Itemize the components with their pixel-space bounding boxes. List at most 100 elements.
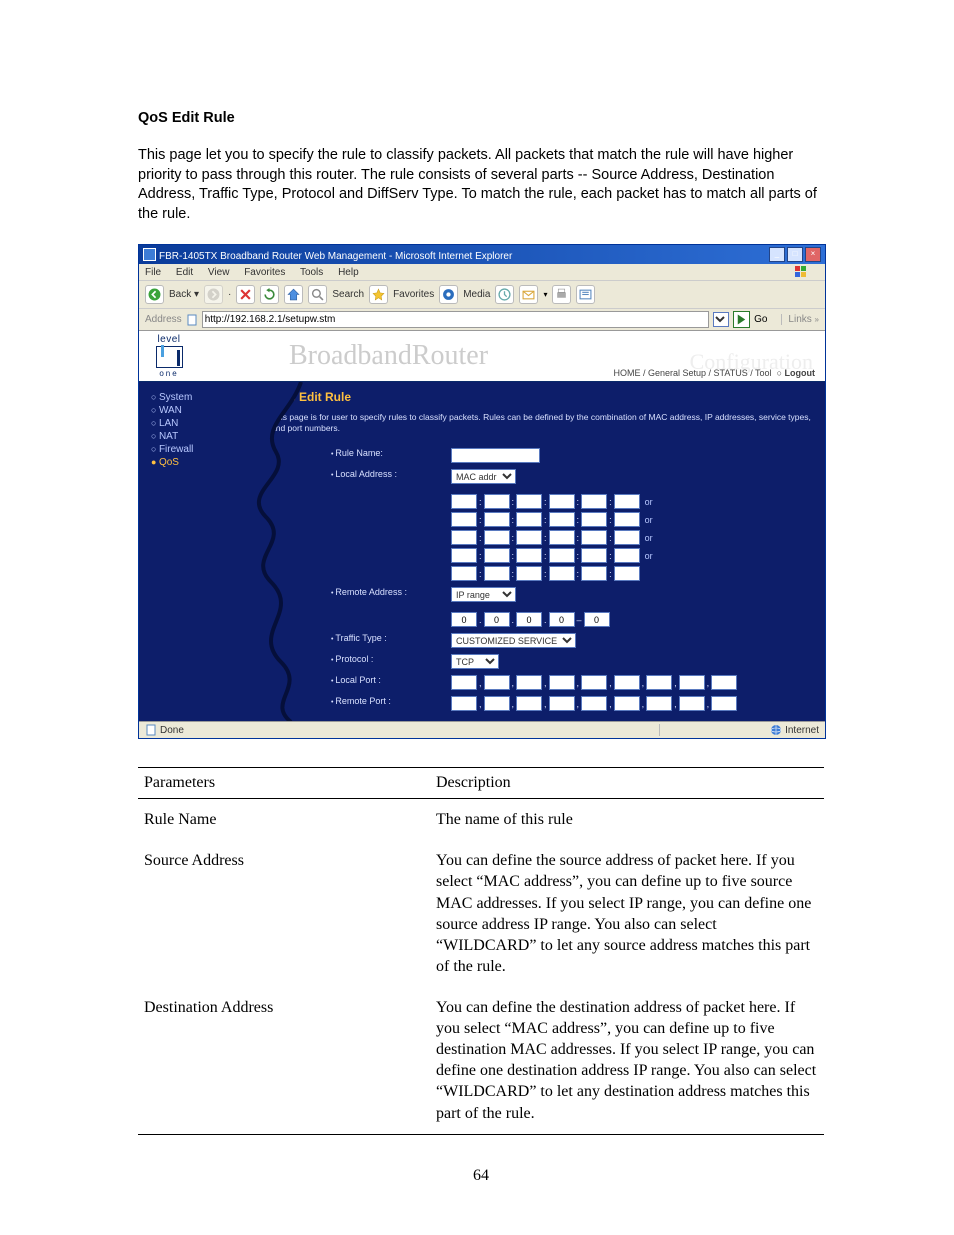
- links-label[interactable]: Links »: [781, 314, 819, 325]
- menu-edit[interactable]: Edit: [176, 267, 193, 278]
- comma-sep: ,: [512, 678, 515, 688]
- mac-octet-input[interactable]: [614, 566, 640, 581]
- port-input[interactable]: [484, 696, 510, 711]
- mac-octet-input[interactable]: [451, 530, 477, 545]
- history-icon[interactable]: [495, 285, 514, 304]
- ip-octet-input[interactable]: [549, 612, 575, 627]
- mac-octet-input[interactable]: [516, 566, 542, 581]
- nav-tool[interactable]: Tool: [755, 368, 772, 378]
- rule-name-input[interactable]: [451, 448, 540, 463]
- port-input[interactable]: [549, 675, 575, 690]
- port-input[interactable]: [646, 675, 672, 690]
- refresh-icon[interactable]: [260, 285, 279, 304]
- mac-octet-input[interactable]: [614, 494, 640, 509]
- mac-octet-input[interactable]: [484, 530, 510, 545]
- ip-octet-input[interactable]: [516, 612, 542, 627]
- port-input[interactable]: [516, 675, 542, 690]
- traffic-type-select[interactable]: CUSTOMIZED SERVICE: [451, 633, 576, 648]
- mac-octet-input[interactable]: [614, 548, 640, 563]
- port-input[interactable]: [581, 696, 607, 711]
- local-address-select[interactable]: MAC addr: [451, 469, 516, 484]
- media-icon[interactable]: [439, 285, 458, 304]
- mac-octet-input[interactable]: [614, 512, 640, 527]
- mac-octet-input[interactable]: [549, 530, 575, 545]
- nav-logout[interactable]: Logout: [785, 368, 816, 378]
- mac-octet-input[interactable]: [614, 530, 640, 545]
- port-input[interactable]: [516, 696, 542, 711]
- close-button[interactable]: ×: [805, 247, 821, 262]
- mac-octet-input[interactable]: [581, 530, 607, 545]
- favorites-label[interactable]: Favorites: [393, 289, 434, 300]
- mac-octet-input[interactable]: [516, 494, 542, 509]
- home-icon[interactable]: [284, 285, 303, 304]
- port-input[interactable]: [614, 675, 640, 690]
- port-input[interactable]: [581, 675, 607, 690]
- mac-octet-input[interactable]: [484, 548, 510, 563]
- mac-octet-input[interactable]: [484, 494, 510, 509]
- port-input[interactable]: [679, 675, 705, 690]
- forward-button-icon[interactable]: [204, 285, 223, 304]
- mail-icon[interactable]: [519, 285, 538, 304]
- mac-octet-input[interactable]: [451, 512, 477, 527]
- mac-octet-input[interactable]: [484, 512, 510, 527]
- page-viewport: level one BroadbandRouter Configuration …: [139, 331, 825, 721]
- go-button[interactable]: [733, 311, 750, 328]
- favorites-icon[interactable]: [369, 285, 388, 304]
- menu-view[interactable]: View: [208, 267, 230, 278]
- mac-octet-input[interactable]: [581, 566, 607, 581]
- mac-octet-input[interactable]: [451, 494, 477, 509]
- comma-sep: ,: [674, 699, 677, 709]
- back-button-icon[interactable]: [145, 285, 164, 304]
- status-text: Done: [160, 725, 184, 736]
- ip-octet-input[interactable]: [451, 612, 477, 627]
- nav-status[interactable]: STATUS: [714, 368, 748, 378]
- port-input[interactable]: [679, 696, 705, 711]
- done-icon: [145, 724, 157, 736]
- edit-icon[interactable]: [576, 285, 595, 304]
- minimize-button[interactable]: _: [769, 247, 785, 262]
- nav-general-setup[interactable]: General Setup: [648, 368, 706, 378]
- mac-octet-input[interactable]: [516, 548, 542, 563]
- mac-octet-input[interactable]: [581, 512, 607, 527]
- port-input[interactable]: [451, 675, 477, 690]
- print-icon[interactable]: [552, 285, 571, 304]
- mac-octet-input[interactable]: [516, 512, 542, 527]
- protocol-select[interactable]: TCP: [451, 654, 499, 669]
- address-input[interactable]: [202, 311, 709, 328]
- mac-octet-input[interactable]: [549, 512, 575, 527]
- search-label[interactable]: Search: [332, 289, 364, 300]
- port-input[interactable]: [711, 675, 737, 690]
- port-input[interactable]: [549, 696, 575, 711]
- port-input[interactable]: [614, 696, 640, 711]
- go-label: Go: [754, 314, 767, 325]
- port-input[interactable]: [484, 675, 510, 690]
- menu-file[interactable]: File: [145, 267, 161, 278]
- port-input[interactable]: [451, 696, 477, 711]
- menu-tools[interactable]: Tools: [300, 267, 323, 278]
- comma-sep: ,: [642, 699, 645, 709]
- remote-address-select[interactable]: IP range: [451, 587, 516, 602]
- comma-sep: ,: [707, 699, 710, 709]
- back-button-label[interactable]: Back ▾: [169, 289, 199, 300]
- stop-icon[interactable]: [236, 285, 255, 304]
- mac-octet-input[interactable]: [549, 494, 575, 509]
- mac-octet-input[interactable]: [581, 548, 607, 563]
- mac-octet-input[interactable]: [549, 566, 575, 581]
- address-dropdown[interactable]: [713, 312, 729, 327]
- port-input[interactable]: [711, 696, 737, 711]
- mac-octet-input[interactable]: [451, 548, 477, 563]
- nav-home[interactable]: HOME: [613, 368, 640, 378]
- menu-help[interactable]: Help: [338, 267, 359, 278]
- media-label[interactable]: Media: [463, 289, 490, 300]
- mac-octet-input[interactable]: [484, 566, 510, 581]
- maximize-button[interactable]: □: [787, 247, 803, 262]
- ip-octet-input[interactable]: [484, 612, 510, 627]
- port-input[interactable]: [646, 696, 672, 711]
- search-icon[interactable]: [308, 285, 327, 304]
- mac-octet-input[interactable]: [549, 548, 575, 563]
- mac-octet-input[interactable]: [581, 494, 607, 509]
- ip-octet-input[interactable]: [584, 612, 610, 627]
- mac-octet-input[interactable]: [516, 530, 542, 545]
- mac-octet-input[interactable]: [451, 566, 477, 581]
- menu-favorites[interactable]: Favorites: [244, 267, 285, 278]
